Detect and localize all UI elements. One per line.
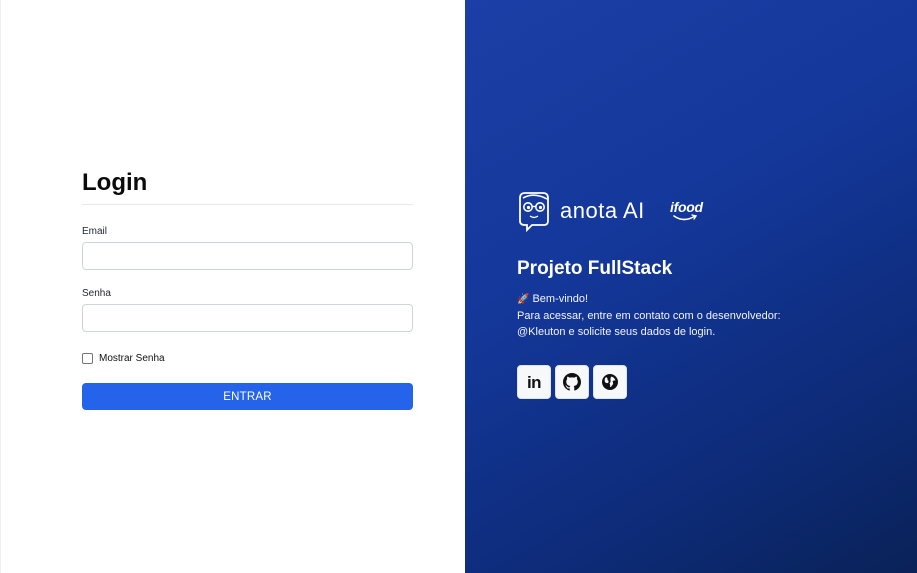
welcome-message: 🚀 Bem-vindo! Para acessar, entre em conta… — [517, 291, 787, 340]
login-form: Login Email Senha Mostrar Senha ENTRAR — [82, 168, 413, 410]
email-label: Email — [82, 226, 108, 237]
access-instructions: Para acessar, entre em contato com o des… — [517, 310, 781, 338]
ifood-smile-icon — [673, 214, 698, 221]
email-field[interactable] — [82, 242, 413, 270]
project-title: Projeto FullStack — [517, 258, 673, 279]
anota-ai-mascot-logo — [519, 192, 549, 232]
show-password-label[interactable]: Mostrar Senha — [99, 353, 165, 364]
password-field[interactable] — [82, 304, 413, 332]
show-password-row: Mostrar Senha — [82, 351, 413, 365]
website-button[interactable] — [593, 365, 627, 399]
anota-ai-logo-text: anota AI — [560, 198, 645, 223]
show-password-checkbox[interactable] — [82, 352, 93, 364]
linkedin-button[interactable]: in — [517, 365, 551, 399]
github-icon — [563, 373, 581, 391]
github-button[interactable] — [555, 365, 589, 399]
globe-icon — [602, 374, 618, 390]
login-title: Login — [82, 168, 413, 205]
login-page: Login Email Senha Mostrar Senha ENTRAR a… — [0, 0, 917, 573]
submit-button[interactable]: ENTRAR — [82, 383, 413, 410]
login-panel: Login Email Senha Mostrar Senha ENTRAR — [0, 0, 465, 573]
linkedin-icon: in — [526, 372, 542, 392]
password-label: Senha — [82, 288, 111, 299]
social-links: in — [517, 365, 627, 399]
rocket-icon: 🚀 — [517, 294, 530, 305]
info-panel: anota AI ifood Projeto FullStack 🚀 Bem-vi… — [465, 0, 917, 573]
welcome-text: Bem-vindo! — [532, 293, 589, 305]
